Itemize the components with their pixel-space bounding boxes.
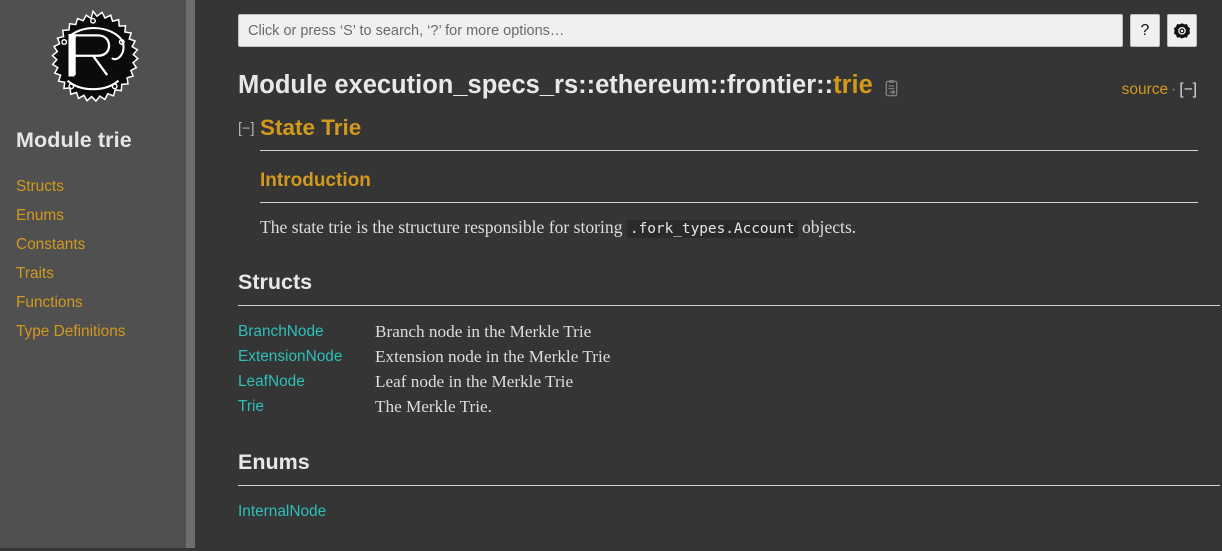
struct-link-leafnode[interactable]: LeafNode	[238, 373, 305, 390]
table-row: ExtensionNode Extension node in the Merk…	[238, 344, 610, 369]
page-heading-row: Module execution_specs_rs::ethereum::fro…	[195, 47, 1222, 100]
item-desc-cell: The Merkle Trie.	[375, 396, 492, 416]
struct-link-trie[interactable]: Trie	[238, 398, 264, 415]
module-docblock: [−] State Trie Introduction The state tr…	[195, 100, 1222, 239]
help-button[interactable]: ?	[1130, 14, 1160, 47]
docblock-heading-row: [−] State Trie	[238, 114, 1197, 141]
item-desc-cell: Branch node in the Merkle Trie	[375, 321, 592, 341]
inline-code-account: .fork_types.Account	[626, 220, 798, 239]
struct-link-branchnode[interactable]: BranchNode	[238, 323, 324, 340]
copy-path-icon	[885, 80, 898, 97]
settings-button[interactable]	[1167, 14, 1197, 47]
struct-item-table: BranchNode Branch node in the Merkle Tri…	[238, 319, 610, 419]
search-bar: ?	[195, 0, 1222, 47]
struct-link-extensionnode[interactable]: ExtensionNode	[238, 348, 342, 365]
docblock-collapse-toggle[interactable]: [−]	[238, 122, 260, 137]
item-name-cell: Trie	[238, 394, 375, 419]
search-input[interactable]	[238, 14, 1123, 47]
paragraph-text-after: objects.	[797, 217, 857, 238]
page-title-path: execution_specs_rs::ethereum::frontier::	[334, 71, 834, 99]
sidebar-item-functions[interactable]: Functions	[16, 288, 170, 317]
enum-item-table: InternalNode	[238, 499, 375, 524]
table-row: BranchNode Branch node in the Merkle Tri…	[238, 319, 610, 344]
item-desc-cell: Extension node in the Merkle Trie	[375, 346, 611, 366]
sidebar-nav: Structs Enums Constants Traits Functions…	[0, 172, 186, 346]
docblock-paragraph: The state trie is the structure responsi…	[260, 216, 1197, 239]
docblock-h2: Introduction	[260, 170, 371, 192]
section-title-structs: Structs	[238, 269, 313, 294]
sidebar-item-enums[interactable]: Enums	[16, 201, 170, 230]
section-structs: Structs BranchNode Branch node in the Me…	[195, 270, 1222, 419]
collapse-all-toggle[interactable]: [−]	[1179, 81, 1197, 98]
sidebar-title: Module trie	[16, 128, 132, 152]
docblock-h1: State Trie	[260, 115, 362, 141]
item-name-cell: InternalNode	[238, 499, 375, 524]
table-row: InternalNode	[238, 499, 375, 524]
table-row: LeafNode Leaf node in the Merkle Trie	[238, 369, 610, 394]
sidebar-item-type-definitions[interactable]: Type Definitions	[16, 317, 170, 346]
heading-actions: source · [−]	[1122, 82, 1197, 98]
page-root: Module trie Structs Enums Constants Trai…	[0, 0, 1222, 551]
item-desc-cell: Leaf node in the Merkle Trie	[375, 371, 574, 391]
docblock-h1-rule	[260, 150, 1198, 152]
docblock-h2-rule	[260, 202, 1198, 204]
section-enums: Enums InternalNode	[195, 450, 1222, 524]
sidebar-resize-handle[interactable]	[186, 0, 195, 548]
table-row: Trie The Merkle Trie.	[238, 394, 610, 419]
enum-link-internalnode[interactable]: InternalNode	[238, 503, 326, 520]
rust-logo-icon	[51, 9, 139, 103]
source-link[interactable]: source	[1122, 81, 1169, 98]
sidebar-item-structs[interactable]: Structs	[16, 172, 170, 201]
sidebar-logo-wrap[interactable]	[0, 0, 186, 114]
item-name-cell: LeafNode	[238, 369, 375, 394]
section-rule-structs	[238, 304, 1220, 306]
paragraph-text-before: The state trie is the structure responsi…	[260, 217, 627, 238]
item-name-cell: BranchNode	[238, 319, 375, 344]
heading-separator: ·	[1171, 81, 1177, 98]
sidebar-item-constants[interactable]: Constants	[16, 230, 170, 259]
sidebar-item-traits[interactable]: Traits	[16, 259, 170, 288]
section-title-enums: Enums	[238, 449, 310, 474]
section-rule-enums	[238, 484, 1220, 486]
page-title: Module execution_specs_rs::ethereum::fro…	[238, 71, 873, 100]
copy-path-button[interactable]	[882, 79, 901, 98]
item-name-cell: ExtensionNode	[238, 344, 375, 369]
main-content: ? Module execution_specs_rs::ethereum::f…	[195, 0, 1222, 551]
page-title-module: trie	[833, 71, 873, 99]
gear-icon	[1173, 22, 1191, 38]
page-title-prefix: Module	[238, 71, 335, 99]
sidebar: Module trie Structs Enums Constants Trai…	[0, 0, 186, 548]
